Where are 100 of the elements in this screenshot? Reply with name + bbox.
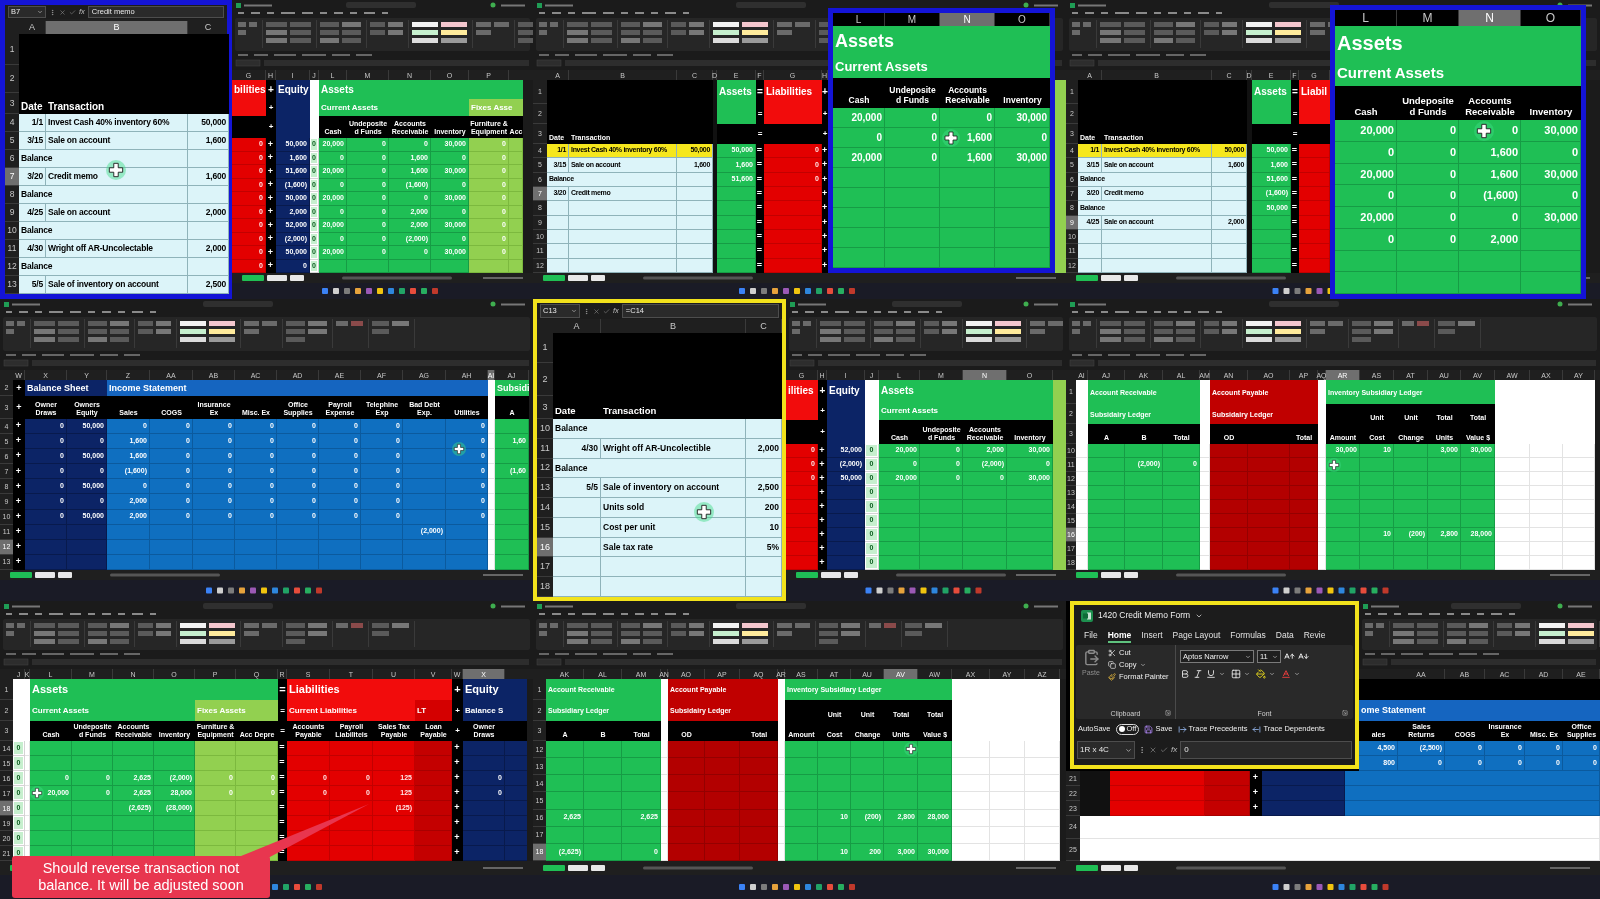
section-title: bilities [232,80,266,99]
clipboard-icon [1082,649,1100,666]
ribbon-tab[interactable]: Revie [1303,630,1326,643]
shrink-font-icon[interactable] [1298,651,1309,662]
table-cell: 4/30 [553,438,601,459]
table-cell: 20,000 [1335,163,1397,186]
arrow-icon [1252,724,1262,734]
table-cell: 0 [885,108,940,128]
table-cell: 5/5 [19,276,46,294]
toggle-knob [1118,726,1125,732]
table-cell: 30,000 [1521,120,1581,142]
table-cell: 0 [1521,141,1581,164]
ribbon-tab[interactable]: Insert [1141,630,1163,643]
fill-color-icon[interactable] [1256,669,1266,679]
operator-sign: + [822,128,828,141]
bold-icon[interactable] [1180,669,1190,679]
table-cell: 0 [833,128,885,148]
cursor-icon [942,129,960,147]
column-header[interactable]: N [1459,10,1521,26]
table-cell: 30,000 [995,148,1050,168]
table-cell: 0 [995,128,1050,148]
save-icon [1144,724,1154,734]
borders-icon[interactable] [1231,669,1241,679]
table-cell: 20,000 [1335,207,1397,229]
table-cell: 0 [1335,141,1397,164]
table-cell: 0 [1397,185,1459,207]
table-cell: 10 [746,517,782,538]
scissors-icon [1108,649,1116,657]
cancel-icon[interactable] [59,8,66,16]
operator-sign: = [756,128,764,141]
header-band [415,679,452,700]
table-cell: 1,600 [1459,163,1521,186]
table-cell: 0 [1397,228,1459,251]
operator-sign: + [454,725,461,738]
ribbon-tab[interactable]: Page Layout [1172,630,1221,643]
ribbon-tab[interactable]: Home [1107,630,1132,643]
table-cell: (1,600) [1459,185,1521,207]
cursor-icon [1327,458,1341,472]
operator-sign: = [279,725,286,738]
function-label[interactable]: fx [1171,744,1178,756]
confirm-icon[interactable] [1160,746,1168,754]
operator-sign: + [267,121,275,134]
section-title: Current Liabilities [287,700,415,721]
operator-sign: + [822,80,828,104]
table-cell: 0 [940,108,995,128]
chevron-down-icon [571,308,577,314]
ribbon-tab[interactable]: File [1084,630,1098,643]
column-heading: Transaction [602,404,658,419]
column-header[interactable]: B [46,21,188,34]
formula-field[interactable]: 0 [1180,740,1352,760]
chevron-down-icon[interactable] [1244,671,1250,677]
more-icon[interactable] [1138,746,1146,754]
table-cell: 0 [1397,207,1459,229]
table-cell: 30,000 [1521,207,1581,229]
section-title: Liabilities [287,679,415,700]
column-heading: Inventory [1002,94,1043,108]
table-cell: 2,000 [746,438,782,459]
table-cell: 1,600 [940,148,995,168]
spreadsheet-logo-icon [1081,609,1093,622]
cancel-icon[interactable] [593,307,600,315]
section-title: LT [415,700,452,721]
table-cell: 1,600 [1459,141,1521,164]
dialog-launcher-icon[interactable] [1342,710,1348,716]
table-cell: 0 [1335,185,1397,207]
ribbon-tab[interactable]: Data [1275,630,1294,643]
font-color-icon[interactable] [1281,669,1291,679]
chevron-down-icon[interactable] [1294,671,1300,677]
section-title: Liabil [1299,80,1330,104]
header-band [469,80,523,99]
row-number[interactable]: 7 [5,168,19,186]
annotation-callout: Should reverse transaction not balance. It will be adjusted soon [12,856,270,898]
chevron-down-icon [1125,746,1132,754]
table-cell: Balance [553,419,746,439]
table-cell: Sale of inventory on account [46,276,188,294]
column-header[interactable]: N [940,13,995,26]
underline-icon[interactable] [1206,669,1216,679]
ribbon-tab[interactable]: Formulas [1230,630,1266,643]
cursor-icon [694,502,714,522]
column-heading: Date [554,404,577,419]
column-heading: Cash [847,94,871,108]
table-cell: 0 [1397,163,1459,186]
table-cell: Cost per unit [601,517,746,538]
table-cell: 0 [885,128,940,148]
chevron-down-icon[interactable] [1269,671,1275,677]
column-heading: Inventory [1528,105,1574,120]
cancel-icon[interactable] [1149,746,1157,754]
cursor-icon [30,786,44,800]
cursor-icon [452,442,466,456]
grow-font-icon[interactable] [1284,651,1295,662]
dialog-launcher-icon[interactable] [1165,710,1171,716]
row-number[interactable]: 16 [537,537,553,558]
column-heading: Undeposite d Funds [888,84,937,108]
name-box[interactable]: 1R x 4C [1077,740,1135,760]
section-title: Income Statement [107,380,488,396]
chevron-down-icon [1139,662,1146,668]
cursor-icon [106,160,126,180]
column-heading: Transaction [47,99,106,114]
table-cell: 30,000 [995,108,1050,128]
italic-icon[interactable] [1193,669,1203,679]
chevron-down-icon[interactable] [1219,671,1225,677]
